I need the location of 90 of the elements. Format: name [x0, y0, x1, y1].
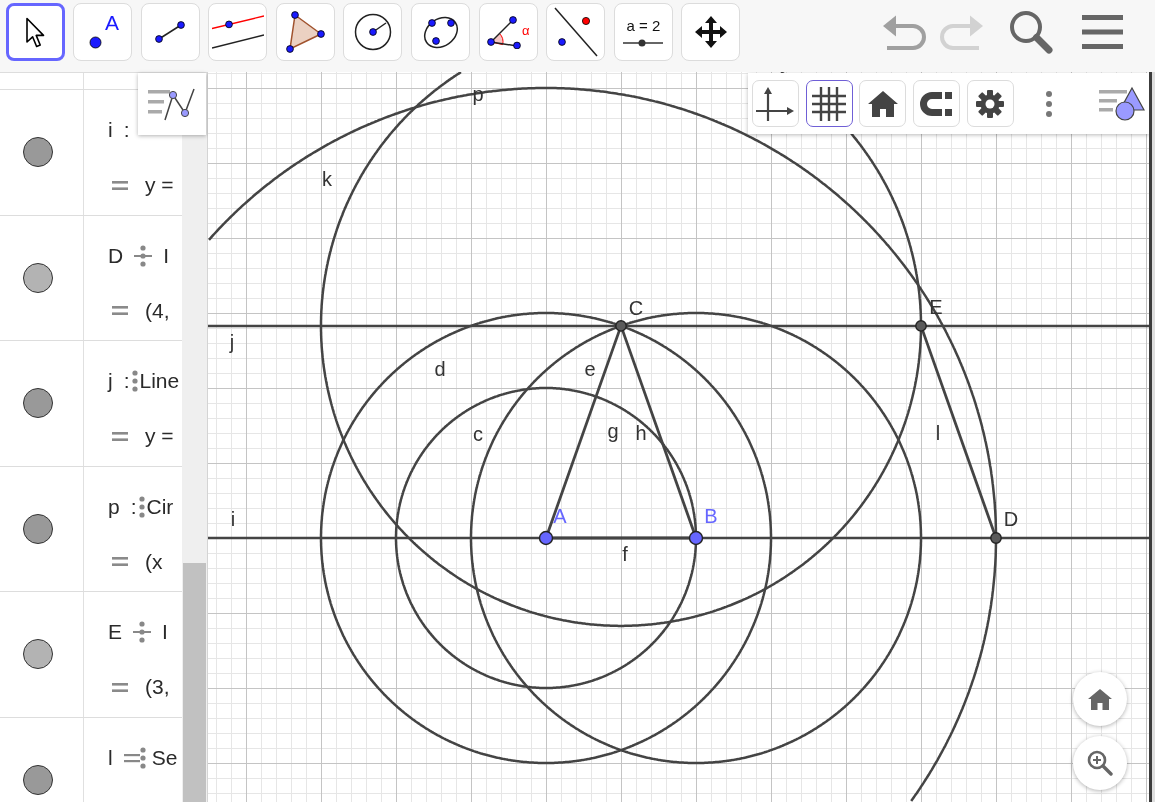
- move-view-tool-button[interactable]: [681, 3, 741, 61]
- settings-button[interactable]: [966, 80, 1014, 127]
- equals-icon: [112, 180, 128, 190]
- scrollbar-thumb[interactable]: [183, 563, 206, 802]
- segment-icon: [155, 21, 186, 43]
- home-icon: [1088, 688, 1112, 710]
- angle-tool-button[interactable]: α: [478, 3, 538, 61]
- reflect-tool-button[interactable]: [546, 3, 606, 61]
- visibility-dot-icon[interactable]: [23, 137, 53, 168]
- object-label: c: [473, 423, 483, 445]
- object-label: k: [322, 168, 332, 190]
- object-label: i: [230, 508, 236, 530]
- value-text: y =: [145, 172, 174, 199]
- home-icon: [867, 90, 898, 117]
- axes-icon: [756, 86, 795, 121]
- object-label: l: [935, 422, 941, 444]
- circle-icon: [353, 13, 392, 51]
- segment-tool-button[interactable]: [140, 3, 200, 61]
- redo-icon: [939, 14, 983, 50]
- value-text: (x: [145, 548, 163, 575]
- value-text: (3,: [145, 674, 170, 701]
- definition-text: I: [162, 619, 168, 646]
- definition-text: Se: [151, 744, 178, 771]
- point-label: B: [704, 505, 718, 527]
- list-and-shapes-icon: [1099, 86, 1146, 121]
- parallel-line-tool-button[interactable]: [208, 3, 268, 61]
- scrollbar-track[interactable]: [182, 73, 207, 802]
- home-view-button[interactable]: [1073, 672, 1127, 726]
- grid-button[interactable]: [805, 80, 853, 127]
- arrow-cursor-icon: [25, 16, 45, 48]
- value-text: y =: [145, 423, 174, 450]
- axes-button[interactable]: [752, 80, 799, 127]
- definition-text: I: [163, 242, 169, 269]
- object-name: j: [108, 368, 113, 395]
- object-label: e: [584, 358, 596, 380]
- home-button[interactable]: [859, 80, 907, 127]
- algebra-style-button[interactable]: [138, 73, 206, 135]
- colon-text: :: [130, 493, 137, 520]
- visibility-dot-icon[interactable]: [23, 764, 53, 795]
- parallel-lines-icon: [211, 15, 264, 49]
- menu-icon: [1082, 15, 1123, 49]
- equals-icon: [112, 431, 128, 441]
- object-label: h: [635, 422, 647, 444]
- object-name: l: [108, 744, 113, 771]
- point-capturing-button[interactable]: [913, 80, 960, 127]
- zoom-in-button[interactable]: [1073, 736, 1127, 790]
- visibility-dot-icon[interactable]: [23, 388, 53, 419]
- four-way-arrows-icon: [693, 15, 728, 49]
- list-and-graph-icon: [148, 87, 196, 121]
- visibility-dot-icon[interactable]: [23, 262, 53, 293]
- point-label: C: [628, 297, 644, 319]
- object-label: j: [229, 331, 235, 353]
- object-name: i: [108, 117, 113, 144]
- equals-icon: [112, 306, 128, 315]
- object-label: f: [622, 543, 628, 565]
- definition-text: Cir: [146, 493, 174, 520]
- slider-icon: [623, 38, 664, 47]
- equals-icon: [112, 682, 128, 692]
- point-icon: [89, 36, 103, 49]
- polygon-tool-button[interactable]: [275, 3, 335, 61]
- visibility-dot-icon[interactable]: [23, 639, 53, 670]
- visibility-dot-icon[interactable]: [23, 513, 53, 544]
- definition-text: Line: [139, 368, 180, 395]
- object-name: D: [108, 242, 124, 269]
- conic-tool-button[interactable]: [411, 3, 471, 61]
- menu-button[interactable]: [1082, 15, 1123, 49]
- angle-icon: [486, 15, 521, 49]
- move-tool-button[interactable]: [5, 3, 65, 61]
- triangle-icon: [285, 11, 326, 53]
- colon-text: :: [123, 368, 130, 395]
- search-icon: [1009, 10, 1053, 54]
- point-tool-button[interactable]: A: [73, 3, 133, 61]
- ellipse-icon: [422, 15, 459, 49]
- object-name: p: [108, 493, 120, 520]
- value-text: (4,: [145, 297, 170, 324]
- equals-icon: [112, 557, 128, 566]
- object-label: g: [607, 420, 619, 442]
- undo-icon: [883, 14, 927, 50]
- slider-tool-button[interactable]: a = 2: [613, 3, 673, 61]
- line-and-points-icon: [553, 7, 598, 57]
- grid-icon: [812, 86, 847, 121]
- point-label: D: [1003, 508, 1019, 530]
- more-icon: [1046, 90, 1053, 117]
- object-label: d: [434, 358, 446, 380]
- object-name: E: [108, 619, 122, 646]
- magnet-icon: [920, 91, 953, 116]
- colon-text: :: [123, 117, 130, 144]
- search-button[interactable]: [1009, 10, 1053, 54]
- circle-tool-button[interactable]: [343, 3, 403, 61]
- zoom-in-icon: [1087, 750, 1113, 776]
